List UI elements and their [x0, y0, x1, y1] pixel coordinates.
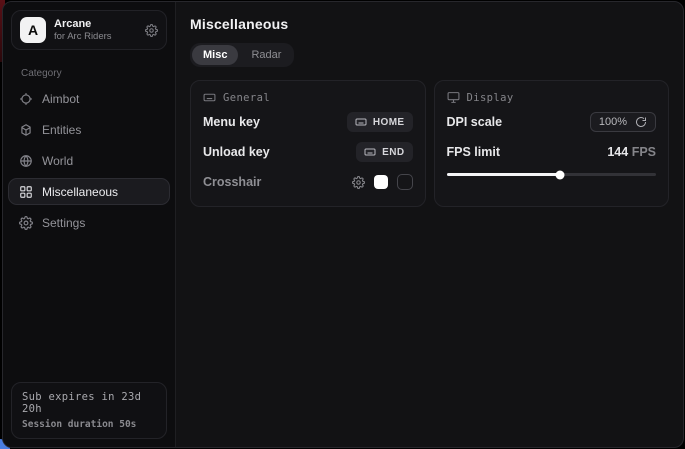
- menu-key-label: Menu key: [203, 115, 260, 129]
- gear-icon[interactable]: [145, 24, 158, 37]
- sidebar-item-label: Aimbot: [42, 92, 79, 106]
- sidebar-item-label: World: [42, 154, 73, 168]
- globe-icon: [19, 154, 33, 168]
- unload-key-button[interactable]: END: [356, 142, 412, 162]
- sidebar-item-miscellaneous[interactable]: Miscellaneous: [8, 178, 170, 205]
- subscription-info-box: Sub expires in 23d 20h Session duration …: [11, 382, 167, 439]
- sidebar-item-entities[interactable]: Entities: [8, 116, 170, 143]
- unload-key-row: Unload key END: [203, 140, 413, 164]
- keyboard-icon: [203, 91, 216, 104]
- menu-key-button[interactable]: HOME: [347, 112, 413, 132]
- app-window: A Arcane for Arc Riders Category Aimbot: [2, 1, 684, 448]
- sidebar-item-label: Settings: [42, 216, 85, 230]
- sidebar-item-label: Miscellaneous: [42, 185, 118, 199]
- brand-card: A Arcane for Arc Riders: [11, 10, 167, 50]
- sidebar-item-aimbot[interactable]: Aimbot: [8, 85, 170, 112]
- tab-bar: Misc Radar: [190, 43, 294, 67]
- fps-unit: FPS: [632, 145, 656, 159]
- fps-slider-thumb[interactable]: [555, 170, 564, 179]
- display-card-title: Display: [467, 92, 514, 104]
- sidebar-item-settings[interactable]: Settings: [8, 209, 170, 236]
- refresh-icon[interactable]: [635, 116, 647, 128]
- tab-misc[interactable]: Misc: [192, 45, 238, 65]
- tab-radar[interactable]: Radar: [240, 45, 292, 65]
- page-title: Miscellaneous: [190, 16, 669, 32]
- fps-slider-fill: [447, 173, 560, 176]
- category-label: Category: [21, 68, 175, 79]
- crosshair-row: Crosshair: [203, 170, 413, 194]
- menu-key-row: Menu key HOME: [203, 110, 413, 134]
- keyboard-icon: [355, 116, 367, 128]
- crosshair-label: Crosshair: [203, 175, 261, 189]
- main-panel: Miscellaneous Misc Radar General Menu ke…: [176, 2, 683, 447]
- fps-limit-label: FPS limit: [447, 145, 500, 159]
- crosshair-color-swatch[interactable]: [374, 175, 388, 189]
- fps-number: 144: [607, 145, 628, 159]
- brand-subtitle: for Arc Riders: [54, 31, 137, 42]
- fps-limit-slider[interactable]: [447, 173, 657, 176]
- session-duration-text: Session duration 50s: [22, 419, 156, 430]
- menu-key-value: HOME: [373, 117, 405, 128]
- sidebar-nav: Aimbot Entities World Miscellaneous: [3, 85, 175, 236]
- crosshair-controls: [352, 174, 413, 190]
- sidebar: A Arcane for Arc Riders Category Aimbot: [3, 2, 176, 447]
- sidebar-item-world[interactable]: World: [8, 147, 170, 174]
- sidebar-item-label: Entities: [42, 123, 81, 137]
- fps-limit-value: 144 FPS: [607, 145, 656, 159]
- fps-limit-row: FPS limit 144 FPS: [447, 140, 657, 164]
- crosshair-checkbox[interactable]: [397, 174, 413, 190]
- gear-icon: [19, 216, 33, 230]
- general-card-title: General: [223, 92, 270, 104]
- general-card-header: General: [203, 91, 413, 104]
- keyboard-icon: [364, 146, 376, 158]
- entities-icon: [19, 123, 33, 137]
- monitor-icon: [447, 91, 460, 104]
- general-card: General Menu key HOME Unload key: [190, 80, 426, 207]
- sub-expiry-text: Sub expires in 23d 20h: [22, 391, 156, 415]
- crosshair-icon: [19, 92, 33, 106]
- display-card: Display DPI scale 100% FPS limit 144 FPS: [434, 80, 670, 207]
- dpi-scale-value: 100%: [599, 116, 627, 128]
- grid-icon: [19, 185, 33, 199]
- unload-key-value: END: [382, 147, 404, 158]
- display-card-header: Display: [447, 91, 657, 104]
- gear-icon[interactable]: [352, 176, 365, 189]
- brand-logo: A: [20, 17, 46, 43]
- dpi-scale-label: DPI scale: [447, 115, 503, 129]
- unload-key-label: Unload key: [203, 145, 270, 159]
- dpi-scale-row: DPI scale 100%: [447, 110, 657, 134]
- brand-text: Arcane for Arc Riders: [54, 18, 137, 42]
- brand-title: Arcane: [54, 18, 137, 30]
- dpi-scale-control[interactable]: 100%: [590, 112, 656, 132]
- cards-row: General Menu key HOME Unload key: [190, 80, 669, 207]
